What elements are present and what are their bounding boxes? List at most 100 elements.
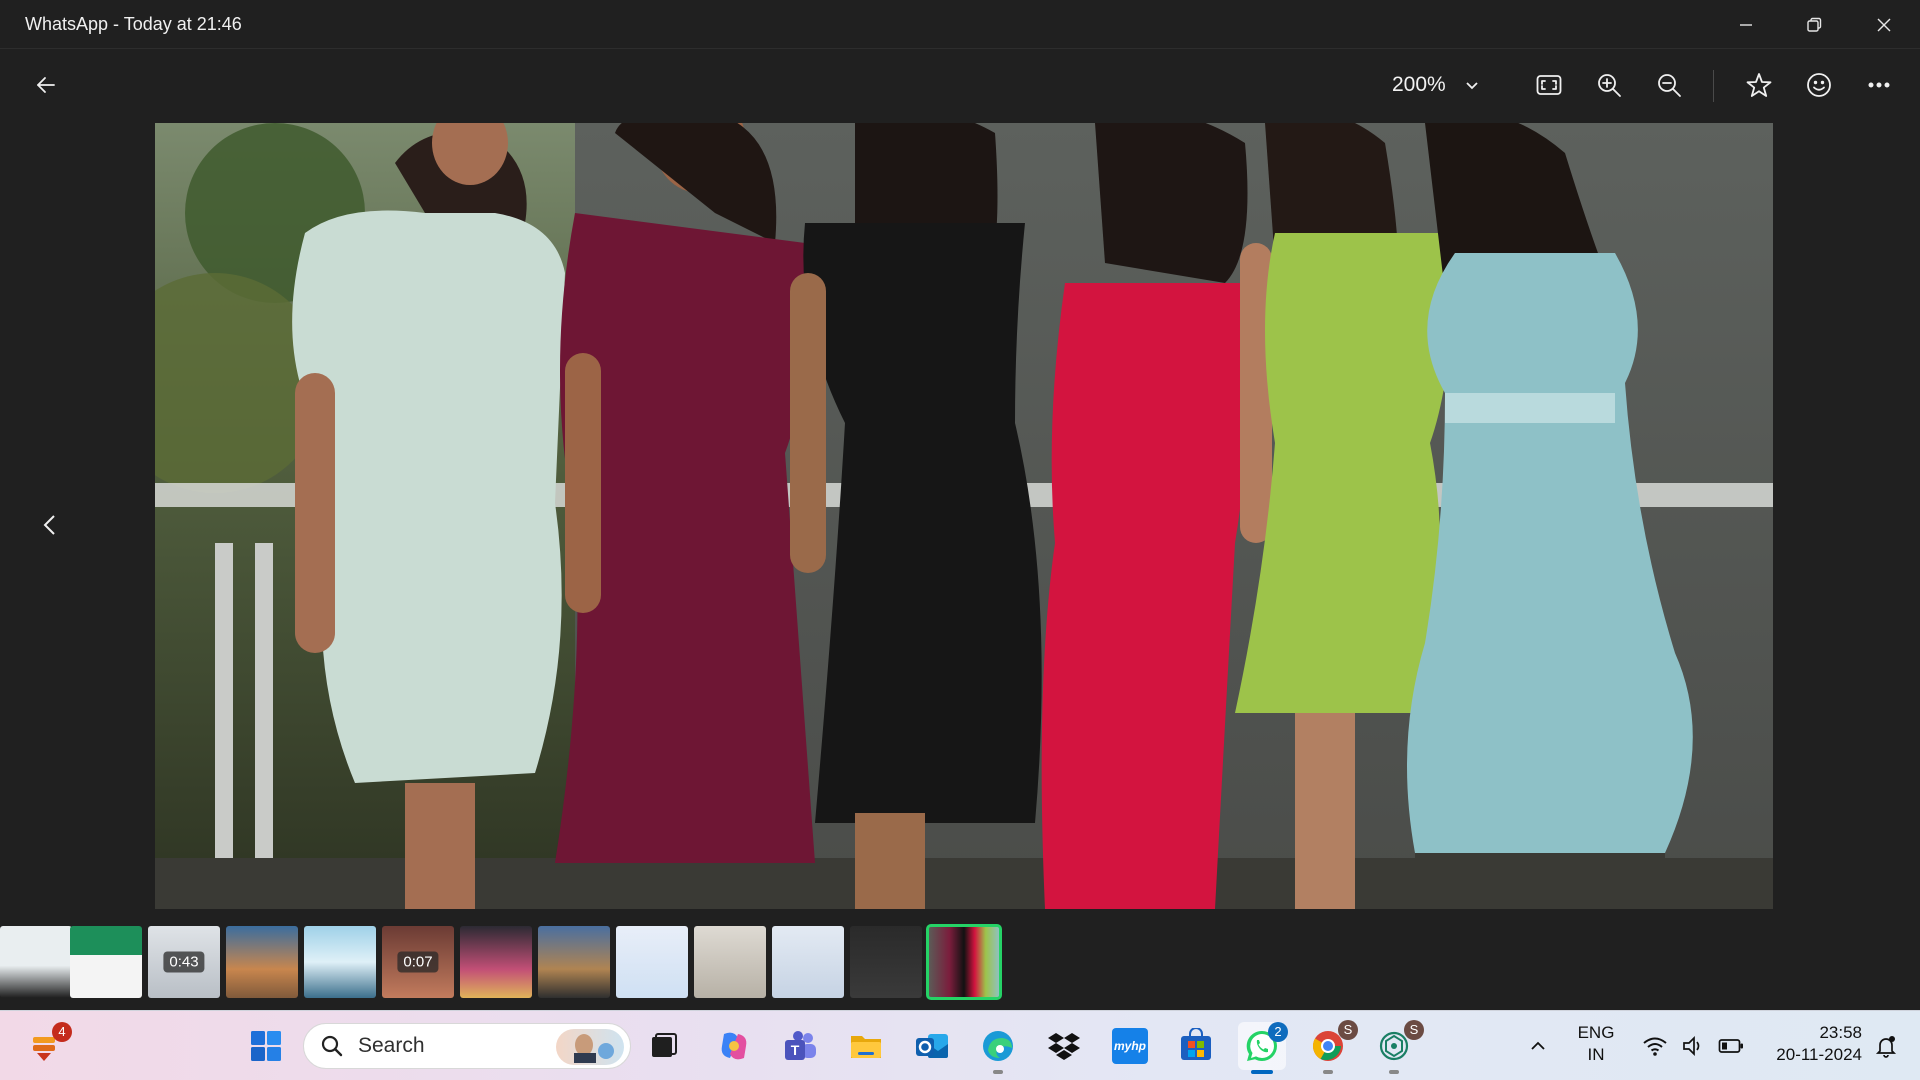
language-code: ENG xyxy=(1577,1023,1615,1042)
previous-media-button[interactable] xyxy=(30,505,70,545)
filmstrip-thumbnail[interactable]: 0:07 xyxy=(382,926,454,998)
restore-icon xyxy=(1807,17,1822,32)
filmstrip-thumbnail[interactable] xyxy=(70,926,142,998)
notification-bell-icon xyxy=(1875,1036,1897,1058)
svg-text:T: T xyxy=(791,1042,800,1058)
zoom-dropdown[interactable]: 200% xyxy=(1392,60,1480,110)
chatgpt-profile-badge: S xyxy=(1404,1020,1424,1040)
zoom-level: 200% xyxy=(1392,73,1446,96)
chrome-profile-badge: S xyxy=(1338,1020,1358,1040)
video-duration: 0:43 xyxy=(163,951,205,973)
teams-icon: T xyxy=(785,1031,816,1060)
back-arrow-icon xyxy=(37,77,55,93)
start-button[interactable] xyxy=(242,1022,290,1070)
folder-icon xyxy=(851,1036,881,1058)
battery-icon xyxy=(1718,1039,1743,1053)
filmstrip-thumbnail[interactable] xyxy=(694,926,766,998)
zoom-in-button[interactable] xyxy=(1584,60,1634,110)
filmstrip-thumbnail[interactable] xyxy=(304,926,376,998)
filmstrip-thumbnail[interactable] xyxy=(0,926,72,998)
store-icon xyxy=(1181,1028,1211,1060)
chevron-up-icon xyxy=(1531,1041,1545,1050)
filmstrip-thumbnail[interactable] xyxy=(538,926,610,998)
running-indicator xyxy=(1389,1070,1399,1074)
media-image xyxy=(155,123,1773,909)
dropbox-button[interactable] xyxy=(1040,1022,1088,1070)
back-button[interactable] xyxy=(21,60,71,110)
search-label: Search xyxy=(358,1034,425,1057)
window-title: WhatsApp - Today at 21:46 xyxy=(25,14,242,34)
windows-taskbar: 4 Search T myhp 2 S S ENG IN 23:58 20-11… xyxy=(0,1010,1920,1080)
star-icon xyxy=(1746,73,1772,97)
search-highlight-icon xyxy=(574,1034,614,1063)
start-icon xyxy=(251,1031,281,1061)
whatsapp-button[interactable]: 2 xyxy=(1238,1022,1288,1074)
teams-button[interactable]: T xyxy=(776,1022,824,1070)
active-indicator xyxy=(1251,1070,1273,1074)
store-button[interactable] xyxy=(1172,1022,1220,1070)
favorite-button[interactable] xyxy=(1734,60,1784,110)
running-indicator xyxy=(1323,1070,1333,1074)
copilot-button[interactable] xyxy=(710,1022,758,1070)
photo-viewer xyxy=(0,120,1920,915)
fit-to-window-icon xyxy=(1536,75,1562,95)
minimize-button[interactable] xyxy=(1712,0,1780,49)
widgets-badge: 4 xyxy=(52,1022,72,1042)
running-indicator xyxy=(993,1070,1003,1074)
close-button[interactable] xyxy=(1850,0,1918,49)
filmstrip-thumbnail[interactable] xyxy=(850,926,922,998)
copilot-icon xyxy=(721,1032,747,1060)
edge-button[interactable] xyxy=(974,1022,1022,1074)
language-indicator[interactable]: ENG IN xyxy=(1568,1023,1624,1069)
filmstrip-thumbnail[interactable]: 0:43 xyxy=(148,926,220,998)
toolbar-separator xyxy=(1713,70,1714,102)
quick-settings-button[interactable] xyxy=(1632,1025,1746,1067)
filmstrip-thumbnail[interactable] xyxy=(226,926,298,998)
viewer-toolbar: 200% xyxy=(0,50,1920,120)
video-duration: 0:07 xyxy=(397,951,439,973)
region-code: IN xyxy=(1587,1045,1605,1064)
chrome-button[interactable]: S xyxy=(1304,1020,1358,1074)
show-hidden-icons-button[interactable] xyxy=(1516,1022,1560,1070)
search-highlight-image xyxy=(556,1029,624,1065)
filmstrip-thumbnail-active[interactable] xyxy=(926,924,1002,1000)
chatgpt-button[interactable]: S xyxy=(1370,1020,1424,1074)
more-icon xyxy=(1868,82,1890,88)
react-button[interactable] xyxy=(1794,60,1844,110)
media-filmstrip: 0:43 0:07 xyxy=(0,920,1920,1000)
restore-button[interactable] xyxy=(1780,0,1848,49)
taskbar-search-box[interactable]: Search xyxy=(303,1023,631,1069)
edge-icon xyxy=(983,1031,1013,1061)
fit-to-window-button[interactable] xyxy=(1524,60,1574,110)
search-icon xyxy=(321,1035,343,1057)
outlook-button[interactable] xyxy=(908,1022,956,1070)
filmstrip-thumbnail[interactable] xyxy=(616,926,688,998)
close-icon xyxy=(1877,18,1891,31)
chevron-left-icon xyxy=(43,515,55,535)
volume-icon xyxy=(1683,1035,1700,1057)
clock-time: 23:58 xyxy=(1819,1023,1862,1042)
zoom-out-button[interactable] xyxy=(1644,60,1694,110)
outlook-icon xyxy=(916,1034,948,1058)
dropbox-icon xyxy=(1048,1033,1080,1060)
zoom-out-icon xyxy=(1658,74,1681,97)
wifi-icon xyxy=(1643,1037,1667,1056)
clock-date: 20-11-2024 xyxy=(1776,1045,1862,1064)
emoji-icon xyxy=(1807,73,1831,97)
filmstrip-thumbnail[interactable] xyxy=(460,926,532,998)
notifications-button[interactable] xyxy=(1866,1022,1906,1070)
more-options-button[interactable] xyxy=(1854,60,1904,110)
file-explorer-button[interactable] xyxy=(842,1022,890,1070)
widgets-button[interactable]: 4 xyxy=(22,1022,72,1070)
zoom-in-icon xyxy=(1598,74,1621,97)
whatsapp-badge: 2 xyxy=(1268,1022,1288,1042)
chevron-down-icon xyxy=(1466,82,1478,90)
task-view-button[interactable] xyxy=(640,1022,688,1070)
myhp-icon: myhp xyxy=(1112,1028,1148,1064)
title-bar: WhatsApp - Today at 21:46 xyxy=(0,0,1920,49)
minimize-icon xyxy=(1740,23,1752,26)
clock[interactable]: 23:58 20-11-2024 xyxy=(1752,1023,1862,1069)
filmstrip-thumbnail[interactable] xyxy=(772,926,844,998)
task-view-icon xyxy=(652,1033,677,1057)
myhp-button[interactable]: myhp xyxy=(1106,1022,1154,1070)
